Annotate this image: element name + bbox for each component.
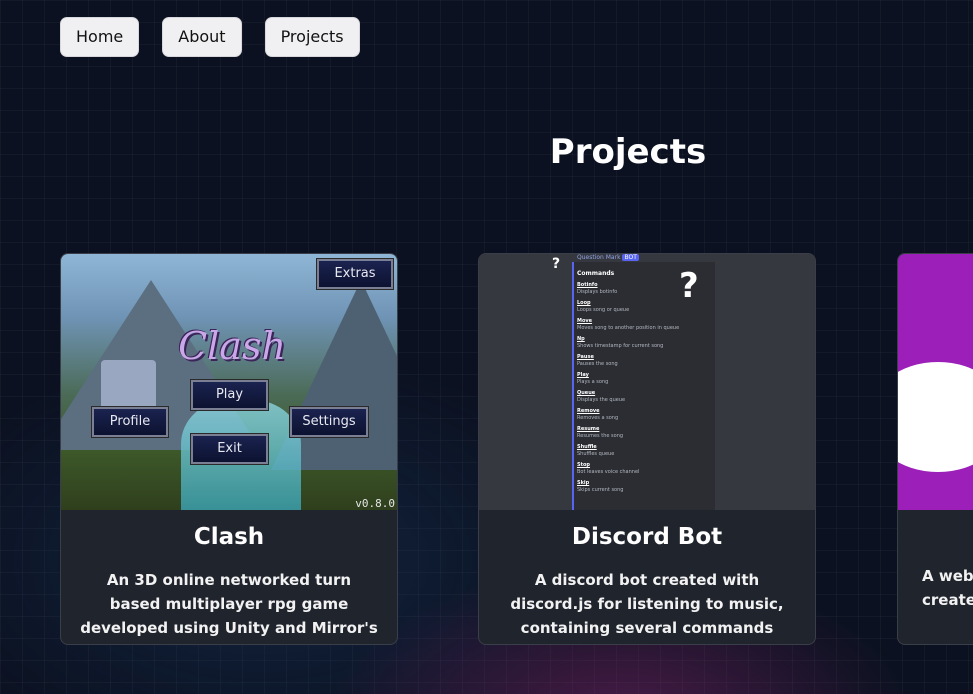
discord-bot-screenshot: ? Question Mark BOT ? Commands Botinfo Di… — [479, 254, 815, 510]
command-name: Move — [577, 318, 593, 324]
command-name: Botinfo — [577, 282, 598, 288]
command-desc: Plays a song — [577, 379, 609, 385]
command-desc: Shuffles queue — [577, 451, 615, 457]
discord-bot-header: Question Mark BOT — [577, 254, 639, 261]
bot-badge: BOT — [622, 254, 639, 261]
page-title: Projects — [549, 132, 707, 172]
command-desc: Displays botinfo — [577, 289, 618, 295]
command-name: Remove — [577, 408, 600, 414]
command-item: Resume Resumes the song — [577, 426, 707, 440]
command-name: Skip — [577, 480, 590, 486]
command-name: Play — [577, 372, 589, 378]
command-item: Shuffle Shuffles queue — [577, 444, 707, 458]
command-item: Loop Loops song or queue — [577, 300, 707, 314]
command-item: Skip Skips current song — [577, 480, 707, 494]
command-desc: Shows timestamp for current song — [577, 343, 664, 349]
command-desc: Moves song to another position in queue — [577, 325, 680, 331]
command-name: Resume — [577, 426, 600, 432]
command-name: Np — [577, 336, 585, 342]
command-item: Np Shows timestamp for current song — [577, 336, 707, 350]
command-item: Pause Pauses the song — [577, 354, 707, 368]
project-description: An 3D online networked turn based multip… — [80, 571, 378, 644]
command-name: Shuffle — [577, 444, 597, 450]
top-nav: Home About Projects — [60, 17, 360, 57]
wave-shape — [898, 362, 973, 472]
command-desc: Resumes the song — [577, 433, 624, 439]
command-name: Pause — [577, 354, 594, 360]
command-desc: Bot leaves voice channel — [577, 469, 640, 475]
nav-about-button[interactable]: About — [162, 17, 242, 57]
nav-projects-button[interactable]: Projects — [264, 17, 360, 57]
project-card-clash[interactable]: Clash Extras Play Profile Settings Exit … — [60, 253, 398, 645]
clash-logo: Clash — [178, 324, 286, 368]
question-mark-icon: ? — [552, 256, 561, 272]
game-profile-button: Profile — [92, 407, 168, 437]
command-name: Queue — [577, 390, 596, 396]
command-desc: Displays the queue — [577, 397, 626, 403]
project-card-discord-bot[interactable]: ? Question Mark BOT ? Commands Botinfo Di… — [478, 253, 816, 645]
bot-name: Question Mark — [577, 254, 621, 261]
project-title: Discord Bot — [571, 524, 723, 550]
command-item: Queue Displays the queue — [577, 390, 707, 404]
command-item: Play Plays a song — [577, 372, 707, 386]
commands-list: Commands Botinfo Displays botinfo Loop Loo… — [577, 270, 707, 498]
project-description: A webs created w — [922, 567, 973, 609]
project-title — [898, 524, 973, 556]
command-item: Stop Bot leaves voice channel — [577, 462, 707, 476]
game-exit-button: Exit — [191, 434, 268, 464]
command-item: Move Moves song to another position in qu… — [577, 318, 707, 332]
nav-home-button[interactable]: Home — [60, 17, 140, 57]
website-screenshot — [898, 254, 973, 510]
command-name: Stop — [577, 462, 591, 468]
game-settings-button: Settings — [290, 407, 368, 437]
project-description: A discord bot created with discord.js fo… — [510, 571, 784, 637]
project-card-website[interactable]: A webs created w — [897, 253, 973, 645]
clash-screenshot: Clash Extras Play Profile Settings Exit … — [61, 254, 397, 510]
command-name: Loop — [577, 300, 591, 306]
game-play-button: Play — [191, 380, 268, 410]
game-extras-button: Extras — [317, 259, 393, 289]
project-title: Clash — [193, 524, 265, 550]
command-item: Botinfo Displays botinfo — [577, 282, 707, 296]
version-label: v0.8.0 — [355, 497, 395, 510]
command-item: Remove Removes a song — [577, 408, 707, 422]
command-desc: Removes a song — [577, 415, 619, 421]
command-desc: Pauses the song — [577, 361, 618, 367]
command-desc: Skips current song — [577, 487, 624, 493]
commands-heading: Commands — [577, 270, 615, 277]
command-desc: Loops song or queue — [577, 307, 630, 313]
